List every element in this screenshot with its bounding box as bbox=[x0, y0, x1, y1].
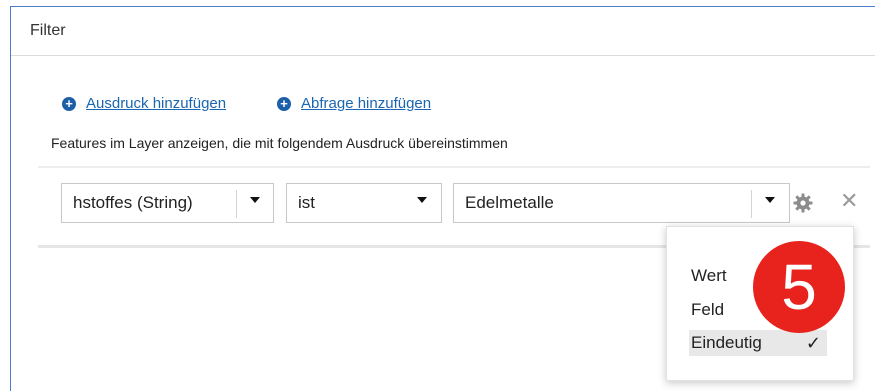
checkmark-icon: ✓ bbox=[805, 333, 821, 353]
field-select-value: hstoffes (String) bbox=[73, 193, 193, 212]
divider bbox=[236, 190, 237, 218]
add-query-label[interactable]: Abfrage hinzufügen bbox=[301, 95, 431, 112]
add-expression-link[interactable]: + Ausdruck hinzufügen bbox=[62, 95, 226, 112]
divider bbox=[38, 166, 870, 168]
menu-item-eindeutig[interactable]: Eindeutig ✓ bbox=[689, 330, 827, 356]
field-select[interactable]: hstoffes (String) bbox=[61, 183, 274, 223]
chevron-down-icon[interactable] bbox=[417, 197, 427, 203]
add-query-link[interactable]: + Abfrage hinzufügen bbox=[277, 95, 431, 112]
value-input[interactable]: Edelmetalle bbox=[453, 183, 790, 223]
panel-header: Filter bbox=[11, 7, 875, 56]
chevron-down-icon[interactable] bbox=[765, 197, 775, 203]
step-badge: 5 bbox=[753, 241, 845, 333]
operator-select[interactable]: ist bbox=[286, 183, 442, 223]
plus-circle-icon: + bbox=[62, 96, 76, 111]
operator-select-value: ist bbox=[298, 193, 315, 212]
menu-item-feld[interactable]: Feld bbox=[691, 300, 724, 320]
value-input-text: Edelmetalle bbox=[465, 193, 554, 212]
panel-title: Filter bbox=[30, 22, 66, 39]
plus-circle-icon: + bbox=[277, 96, 291, 111]
gear-icon[interactable] bbox=[793, 193, 813, 213]
filter-description: Features im Layer anzeigen, die mit folg… bbox=[51, 135, 508, 151]
menu-item-wert[interactable]: Wert bbox=[691, 266, 727, 286]
add-expression-label[interactable]: Ausdruck hinzufügen bbox=[86, 95, 226, 112]
chevron-down-icon[interactable] bbox=[250, 197, 260, 203]
menu-item-label: Eindeutig bbox=[691, 333, 762, 352]
divider bbox=[751, 190, 752, 218]
close-icon[interactable]: ✕ bbox=[840, 189, 858, 213]
